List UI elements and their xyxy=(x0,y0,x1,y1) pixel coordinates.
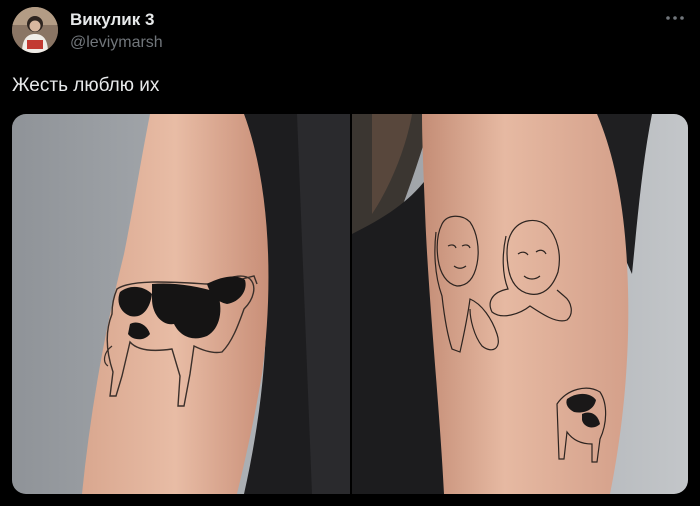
faces-tattoo-image xyxy=(352,114,688,494)
more-options-button[interactable] xyxy=(664,8,686,28)
cow-tattoo-image xyxy=(12,114,350,494)
media-photo-cow-tattoo[interactable] xyxy=(12,114,350,494)
tweet-text: Жесть люблю их xyxy=(12,75,160,96)
more-horizontal-icon xyxy=(666,16,684,20)
author-display-name[interactable]: Викулик 3 xyxy=(70,10,154,30)
tweet: Викулик 3 @leviymarsh Жесть люблю их xyxy=(0,0,700,506)
avatar[interactable] xyxy=(12,7,58,53)
author-handle[interactable]: @leviymarsh xyxy=(70,34,163,52)
avatar-image xyxy=(12,7,58,53)
tweet-media[interactable] xyxy=(12,114,688,494)
media-photo-faces-tattoo[interactable] xyxy=(352,114,688,494)
